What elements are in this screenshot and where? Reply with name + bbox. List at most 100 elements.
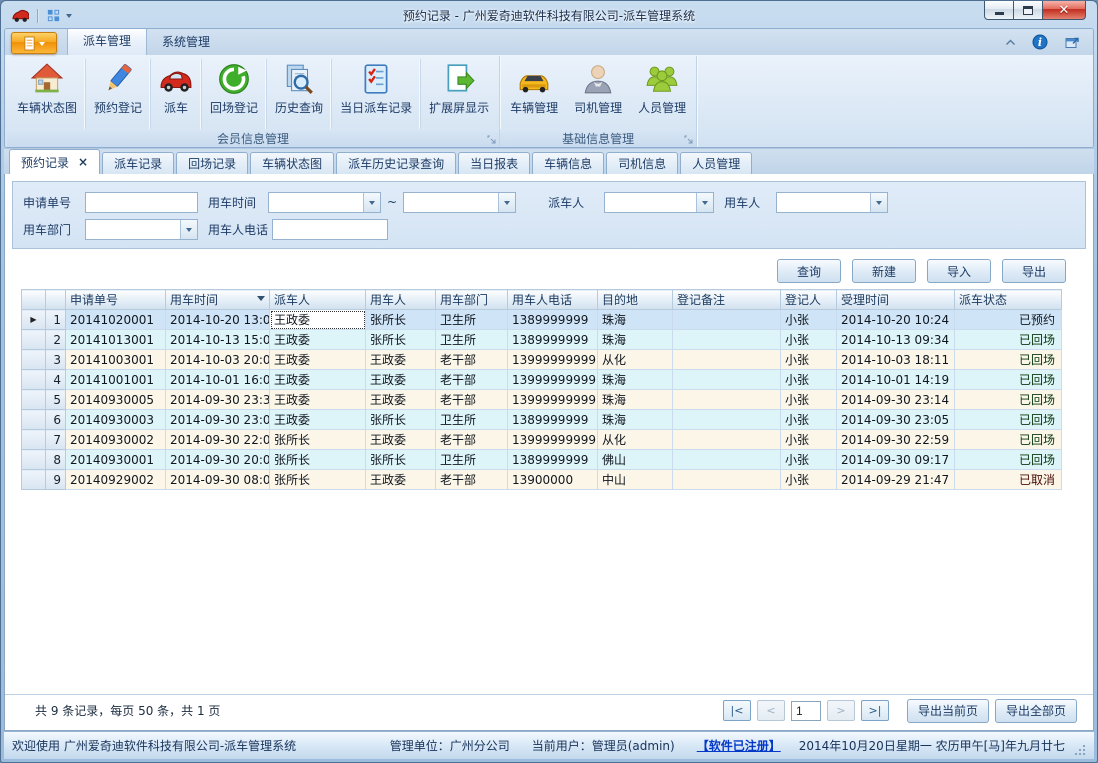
cell[interactable]: 2014-09-30 22:00 — [166, 430, 270, 450]
cell[interactable]: 2014-10-03 18:11 — [837, 350, 955, 370]
cell[interactable] — [673, 410, 781, 430]
ribbon-button-checklist[interactable]: 当日派车记录 — [331, 59, 420, 129]
cell[interactable]: 王政委 — [270, 350, 366, 370]
cell[interactable]: 王政委 — [270, 390, 366, 410]
column-header[interactable]: 登记人 — [781, 290, 837, 310]
cell[interactable]: 王政委 — [366, 390, 436, 410]
ribbon-tab-dispatch[interactable]: 派车管理 — [67, 28, 147, 55]
ribbon-button-recycle[interactable]: 回场登记 — [201, 59, 266, 129]
table-row[interactable]: 6201409300032014-09-30 23:00王政委张所长卫生所138… — [22, 410, 1062, 430]
cell[interactable]: 从化 — [598, 350, 673, 370]
cell[interactable] — [673, 350, 781, 370]
ribbon-button-yellow-car[interactable]: 车辆管理 — [502, 59, 566, 129]
cell[interactable]: 老干部 — [436, 390, 508, 410]
combo-dropdown-icon[interactable] — [696, 193, 713, 212]
dispatcher-combo[interactable] — [604, 192, 714, 213]
cell[interactable] — [673, 430, 781, 450]
cell[interactable] — [673, 310, 781, 330]
export-current-page-button[interactable]: 导出当前页 — [907, 699, 989, 723]
cell[interactable]: 1389999999 — [508, 310, 598, 330]
cell[interactable]: 2014-09-30 23:14 — [837, 390, 955, 410]
cell[interactable]: 20140930005 — [66, 390, 166, 410]
cell[interactable]: 2014-09-30 23:05 — [837, 410, 955, 430]
cell[interactable]: 老干部 — [436, 370, 508, 390]
import-button[interactable]: 导入 — [927, 259, 991, 283]
user-combo[interactable] — [776, 192, 888, 213]
ribbon-button-red-car[interactable]: 派车 — [150, 59, 201, 129]
cell[interactable]: 张所长 — [366, 450, 436, 470]
cell[interactable]: 王政委 — [366, 470, 436, 490]
dispatch-status-cell[interactable]: 已取消 — [955, 470, 1062, 490]
combo-dropdown-icon[interactable] — [498, 193, 515, 212]
cell[interactable]: 卫生所 — [436, 410, 508, 430]
cell[interactable]: 13999999999 — [508, 350, 598, 370]
cell[interactable]: 从化 — [598, 430, 673, 450]
cell[interactable]: 2014-09-30 20:00 — [166, 450, 270, 470]
cell[interactable] — [673, 390, 781, 410]
info-icon[interactable]: i — [1032, 34, 1048, 50]
cell[interactable]: 卫生所 — [436, 310, 508, 330]
cell[interactable]: 卫生所 — [436, 450, 508, 470]
close-button[interactable]: ✕ — [1042, 1, 1086, 20]
cell[interactable]: 王政委 — [270, 410, 366, 430]
cell[interactable]: 13999999999 — [508, 370, 598, 390]
ribbon-button-extend-screen[interactable]: 扩展屏显示 — [420, 59, 497, 129]
combo-dropdown-icon[interactable] — [180, 220, 197, 239]
cell[interactable]: 20140930002 — [66, 430, 166, 450]
cell[interactable]: 张所长 — [366, 410, 436, 430]
cell[interactable]: 2014-10-20 10:24 — [837, 310, 955, 330]
table-row[interactable]: 5201409300052014-09-30 23:30王政委王政委老干部139… — [22, 390, 1062, 410]
cell[interactable]: 2014-10-13 09:34 — [837, 330, 955, 350]
table-row[interactable]: 9201409290022014-09-30 08:00张所长王政委老干部139… — [22, 470, 1062, 490]
cell[interactable]: 王政委 — [270, 330, 366, 350]
combo-dropdown-icon[interactable] — [363, 193, 380, 212]
cell[interactable]: 卫生所 — [436, 330, 508, 350]
cell[interactable]: 珠海 — [598, 310, 673, 330]
doc-tab[interactable]: 车辆信息 — [532, 152, 604, 174]
cell[interactable] — [673, 470, 781, 490]
cell[interactable]: 13999999999 — [508, 430, 598, 450]
phone-input[interactable] — [272, 219, 388, 240]
cell[interactable]: 小张 — [781, 410, 837, 430]
column-header[interactable]: 用车时间 — [166, 290, 270, 310]
ribbon-button-history-search[interactable]: 历史查询 — [266, 59, 331, 129]
cell[interactable]: 小张 — [781, 370, 837, 390]
doc-tab[interactable]: 派车记录 — [102, 152, 174, 174]
column-header[interactable]: 申请单号 — [66, 290, 166, 310]
cell[interactable]: 珠海 — [598, 330, 673, 350]
column-header[interactable]: 派车状态 — [955, 290, 1062, 310]
combo-dropdown-icon[interactable] — [870, 193, 887, 212]
table-row[interactable]: 2201410130012014-10-13 15:00王政委张所长卫生所138… — [22, 330, 1062, 350]
cell[interactable]: 中山 — [598, 470, 673, 490]
ribbon-button-people[interactable]: 人员管理 — [630, 59, 694, 129]
cell[interactable]: 珠海 — [598, 370, 673, 390]
cell[interactable]: 13900000 — [508, 470, 598, 490]
cell[interactable]: 小张 — [781, 350, 837, 370]
cell[interactable]: 2014-10-01 16:00 — [166, 370, 270, 390]
cell[interactable] — [673, 450, 781, 470]
first-page-button[interactable]: |< — [723, 700, 751, 721]
table-row[interactable]: 4201410010012014-10-01 16:00王政委王政委老干部139… — [22, 370, 1062, 390]
cell[interactable]: 小张 — [781, 330, 837, 350]
cell[interactable]: 王政委 — [366, 370, 436, 390]
cell[interactable]: 老干部 — [436, 430, 508, 450]
cell[interactable]: 老干部 — [436, 350, 508, 370]
cell[interactable]: 2014-09-30 23:30 — [166, 390, 270, 410]
cell[interactable]: 1389999999 — [508, 410, 598, 430]
layout-grid-icon[interactable] — [46, 8, 61, 23]
dispatch-status-cell[interactable]: 已预约 — [955, 310, 1062, 330]
export-all-pages-button[interactable]: 导出全部页 — [995, 699, 1077, 723]
cell[interactable]: 小张 — [781, 310, 837, 330]
cell[interactable]: 20141003001 — [66, 350, 166, 370]
column-header[interactable]: 派车人 — [270, 290, 366, 310]
doc-tab[interactable]: 预约记录× — [9, 149, 100, 174]
column-header[interactable]: 目的地 — [598, 290, 673, 310]
column-header[interactable]: 用车人 — [366, 290, 436, 310]
cell[interactable]: 2014-10-01 14:19 — [837, 370, 955, 390]
cell[interactable]: 王政委 — [366, 350, 436, 370]
table-row[interactable]: ▶1201410200012014-10-20 13:00王政委张所长卫生所13… — [22, 310, 1062, 330]
cell[interactable]: 2014-09-29 21:47 — [837, 470, 955, 490]
doc-tab[interactable]: 当日报表 — [458, 152, 530, 174]
cell[interactable]: 2014-10-20 13:00 — [166, 310, 270, 330]
ribbon-button-house[interactable]: 车辆状态图 — [9, 59, 85, 129]
